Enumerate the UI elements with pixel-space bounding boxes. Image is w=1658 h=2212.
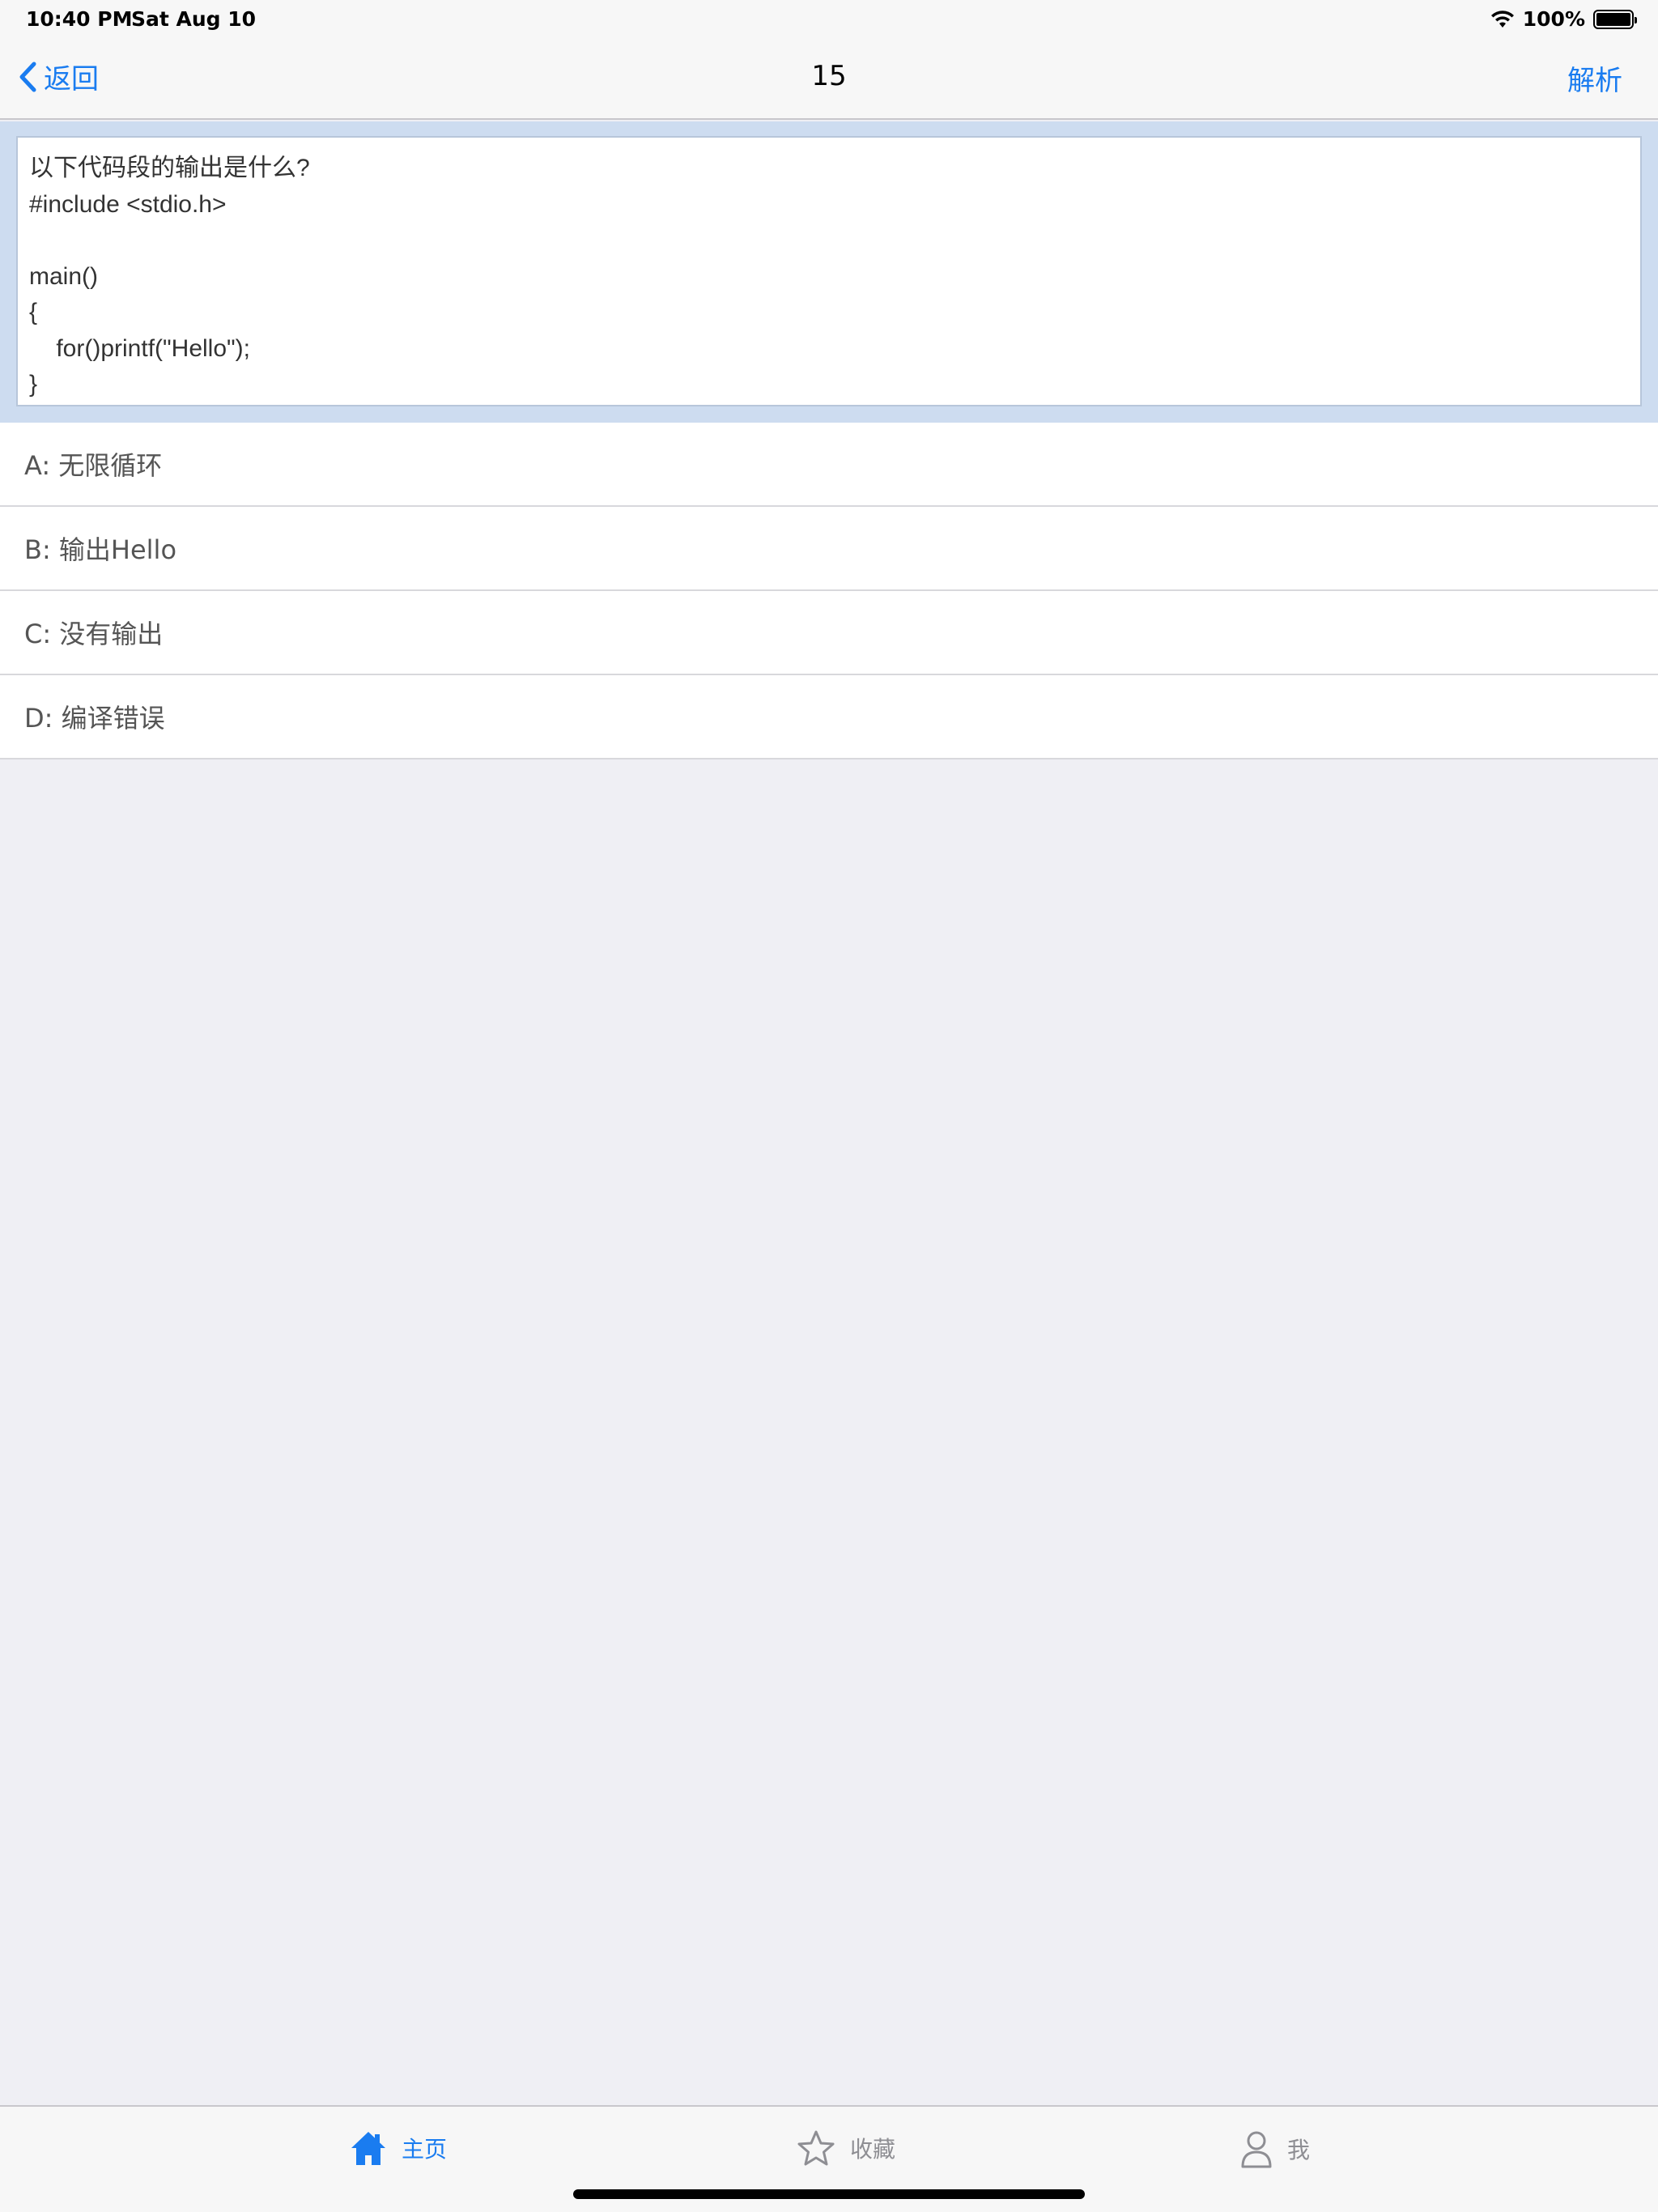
status-time: 10:40 PM xyxy=(26,7,133,31)
nav-bar: 返回 15 解析 xyxy=(0,39,1658,120)
status-bar: 10:40 PM Sat Aug 10 100% xyxy=(0,0,1658,39)
option-a[interactable]: A: 无限循环 xyxy=(0,423,1658,507)
star-icon xyxy=(797,2130,835,2166)
tab-home-label: 主页 xyxy=(402,2136,448,2163)
status-right: 100% xyxy=(1490,7,1637,31)
person-icon xyxy=(1241,2131,1272,2168)
screen: 10:40 PM Sat Aug 10 100% 返回 15 解析 以下代码段的… xyxy=(0,0,1658,2212)
question-panel: 以下代码段的输出是什么? #include <stdio.h> main() {… xyxy=(0,121,1658,423)
tab-me[interactable]: 我 xyxy=(1240,2129,1310,2168)
status-date: Sat Aug 10 xyxy=(131,7,257,31)
tab-home[interactable]: 主页 xyxy=(350,2129,447,2167)
tab-favorites-label: 收藏 xyxy=(850,2136,896,2163)
option-b[interactable]: B: 输出Hello xyxy=(0,507,1658,591)
options-list: A: 无限循环 B: 输出Hello C: 没有输出 D: 编译错误 xyxy=(0,423,1658,759)
analysis-button[interactable]: 解析 xyxy=(1567,58,1622,98)
wifi-icon xyxy=(1490,10,1514,28)
tab-me-label: 我 xyxy=(1287,2137,1311,2163)
home-indicator[interactable] xyxy=(573,2189,1085,2199)
tab-favorites[interactable]: 收藏 xyxy=(797,2129,895,2167)
home-icon xyxy=(351,2132,385,2165)
page-title: 15 xyxy=(811,60,847,92)
battery-percent: 100% xyxy=(1522,7,1585,31)
battery-icon xyxy=(1593,9,1637,29)
question-text: 以下代码段的输出是什么? #include <stdio.h> main() {… xyxy=(16,136,1642,406)
option-c[interactable]: C: 没有输出 xyxy=(0,591,1658,675)
option-d[interactable]: D: 编译错误 xyxy=(0,675,1658,759)
